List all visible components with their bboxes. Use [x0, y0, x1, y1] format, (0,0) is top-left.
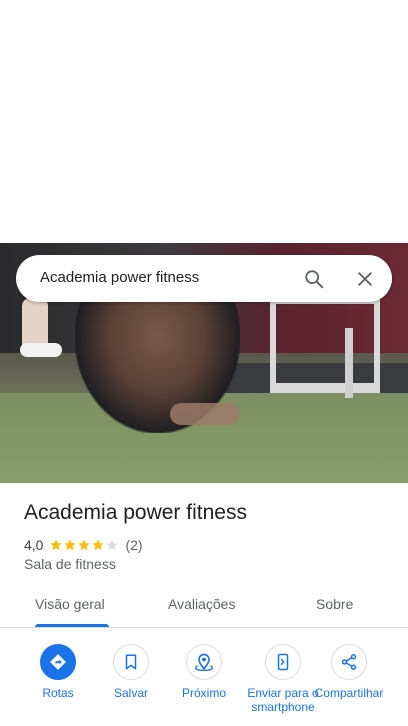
share-button[interactable]: Compartilhar — [309, 644, 389, 700]
active-tab-indicator — [35, 624, 109, 627]
star-icon — [78, 539, 91, 550]
rating-value: 4,0 — [24, 537, 44, 553]
star-icon — [106, 539, 119, 550]
star-icon — [92, 539, 105, 550]
review-count[interactable]: (2) — [125, 537, 142, 553]
tab-overview[interactable]: Visão geral — [35, 596, 105, 612]
star-icon — [64, 539, 77, 550]
save-label: Salvar — [113, 686, 148, 700]
tab-reviews[interactable]: Avaliações — [168, 596, 235, 612]
nearby-label: Próximo — [181, 686, 226, 700]
rating-stars — [49, 538, 119, 552]
bookmark-icon — [125, 654, 137, 670]
send-to-phone-icon — [277, 653, 289, 671]
place-title: Academia power fitness — [24, 501, 247, 524]
search-input[interactable]: Academia power fitness — [40, 269, 199, 286]
nearby-icon — [194, 653, 214, 672]
save-button[interactable]: Salvar — [91, 644, 171, 700]
star-icon — [50, 539, 63, 550]
action-buttons: Rotas Salvar Próximo Enviar para o smart… — [0, 640, 408, 726]
directions-label: Rotas — [42, 686, 74, 700]
place-category: Sala de fitness — [24, 556, 116, 572]
tab-bar: Visão geral Avaliações Sobre — [0, 588, 408, 628]
share-icon — [341, 654, 357, 670]
tab-about[interactable]: Sobre — [316, 596, 353, 612]
rating-row[interactable]: 4,0 (2) — [24, 536, 143, 554]
map-area[interactable] — [0, 0, 408, 243]
search-icon[interactable] — [298, 263, 330, 295]
search-bar[interactable]: Academia power fitness — [16, 255, 392, 302]
directions-button[interactable]: Rotas — [18, 644, 98, 700]
share-label: Compartilhar — [314, 686, 384, 700]
nearby-button[interactable]: Próximo — [164, 644, 244, 700]
directions-icon — [50, 654, 66, 670]
close-icon[interactable] — [349, 263, 381, 295]
